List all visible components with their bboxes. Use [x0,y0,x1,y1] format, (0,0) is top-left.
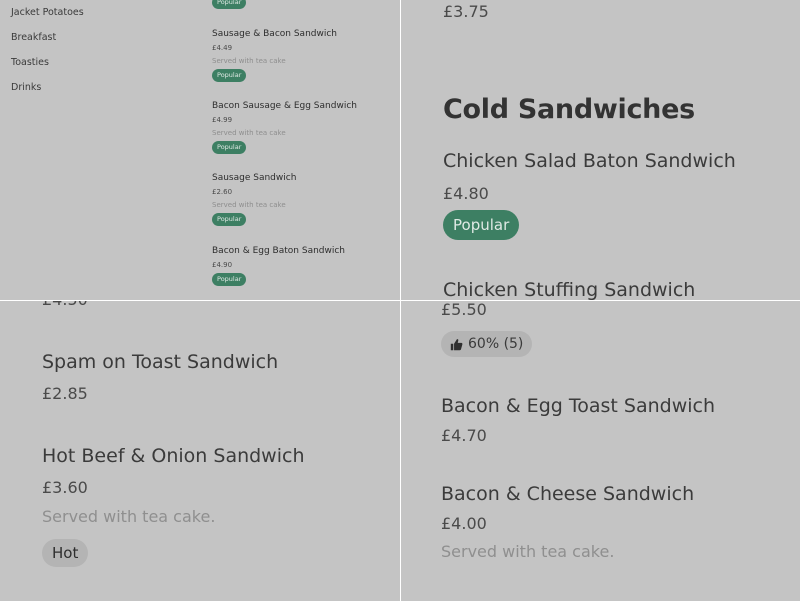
nav-item-jacket-potatoes[interactable]: Jacket Potatoes [11,7,84,18]
menu-item-price: £4.99 [212,116,233,124]
menu-item-price: £3.60 [42,478,88,497]
menu-item-name[interactable]: Sausage & Bacon Sandwich [212,29,337,39]
menu-item-name[interactable]: Hot Beef & Onion Sandwich [42,445,305,467]
menu-item-name[interactable]: Bacon Sausage & Egg Sandwich [212,101,357,111]
menu-item-price: £3.75 [443,2,489,21]
menu-item-price: £5.50 [441,301,487,319]
popular-badge: Popular [212,141,247,154]
popular-badge: Popular [443,210,520,240]
menu-item-description: Served with tea cake [212,201,286,209]
popular-badge: Popular [212,213,247,226]
popular-badge: Popular [212,69,247,82]
menu-item-name[interactable]: Bacon & Egg Baton Sandwich [212,246,345,256]
menu-item-price: £2.85 [42,384,88,403]
menu-item-price: £4.80 [443,184,489,203]
menu-item-price: £4.70 [441,426,487,445]
popular-badge: Popular [212,273,247,286]
panel-hot-sandwiches: £4.50 Spam on Toast Sandwich £2.85 Hot B… [0,301,400,601]
nav-item-breakfast[interactable]: Breakfast [11,32,56,43]
panel-toast-sandwiches: £5.50 60% (5) Bacon & Egg Toast Sandwich… [401,301,800,601]
popular-badge: Popular [212,0,247,9]
hot-tag: Hot [42,539,89,567]
menu-item-description: Served with tea cake [212,57,286,65]
menu-item-price: £4.50 [42,301,88,309]
menu-item-price: £4.49 [212,44,233,52]
menu-item-description: Served with tea cake. [42,507,216,526]
menu-item-name[interactable]: Bacon & Egg Toast Sandwich [441,395,715,417]
menu-item-name[interactable]: Chicken Salad Baton Sandwich [443,150,736,172]
thumbs-up-icon [450,338,463,350]
menu-item-name[interactable]: Chicken Stuffing Sandwich [443,279,695,300]
nav-item-toasties[interactable]: Toasties [11,57,49,68]
menu-item-price: £2.60 [212,188,233,196]
menu-item-price: £4.90 [212,261,233,269]
menu-item-price: £4.00 [441,514,487,533]
menu-item-name[interactable]: Sausage Sandwich [212,173,296,183]
menu-item-name[interactable]: Spam on Toast Sandwich [42,351,278,373]
panel-menu-list: Jacket Potatoes Breakfast Toasties Drink… [0,0,400,300]
menu-item-description: Served with tea cake [212,129,286,137]
panel-cold-sandwiches: £3.75 Cold Sandwiches Chicken Salad Bato… [401,0,800,300]
menu-item-description: Served with tea cake. [441,542,615,561]
nav-item-drinks[interactable]: Drinks [11,82,41,93]
rating-text: 60% (5) [468,336,524,352]
section-title: Cold Sandwiches [443,94,695,125]
menu-item-name[interactable]: Bacon & Cheese Sandwich [441,483,694,505]
rating-pill: 60% (5) [441,331,533,357]
